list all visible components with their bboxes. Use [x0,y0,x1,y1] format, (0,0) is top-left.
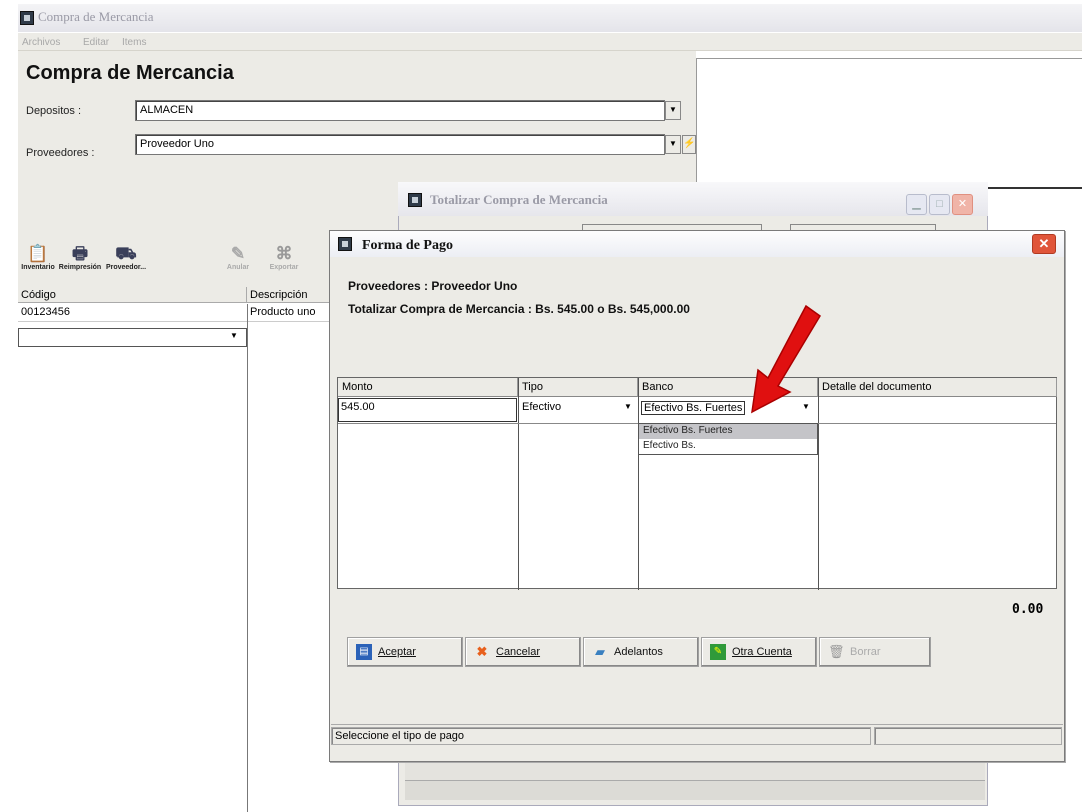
anular-label: Anular [226,264,250,271]
grid-line [518,378,519,590]
column-header-detalle[interactable]: Detalle del documento [818,378,1057,397]
totalizar-footer [405,780,985,800]
new-item-combo[interactable] [18,328,247,347]
monto-input[interactable]: 545.00 [338,398,517,422]
close-icon[interactable]: ✕ [952,194,973,215]
column-header-monto[interactable]: Monto [338,378,518,397]
minimize-icon[interactable]: ▁ [906,194,927,215]
proveedor-label: Proveedor... [105,264,147,271]
tipo-select[interactable]: Efectivo [522,401,561,413]
inventario-button[interactable]: 📋 Inventario [20,244,56,271]
eraser-icon: ✎ [230,244,246,263]
depositos-label: Depositos : [26,105,82,117]
forma-pago-title: Forma de Pago [362,238,453,253]
folder-icon: ▰ [595,644,605,659]
dropdown-option[interactable]: Efectivo Bs. Fuertes [639,424,817,439]
status-panel [874,727,1062,745]
banco-dropdown-list: Efectivo Bs. Fuertes Efectivo Bs. [638,423,818,455]
cancelar-button[interactable]: ✖ Cancelar [465,637,581,667]
printer-icon: 🖶 [71,244,89,263]
column-header-descripcion[interactable]: Descripción [247,287,338,303]
disk-icon: ▤ [356,644,372,660]
table-cell-descripcion[interactable]: Producto uno [247,304,338,322]
divider [984,187,1082,189]
otra-cuenta-label: Otra Cuenta [732,646,792,658]
truck-icon: ⛟ [115,244,137,263]
close-icon[interactable]: ✕ [1032,234,1056,254]
aceptar-label: Aceptar [378,646,416,658]
menu-bar [18,33,1082,51]
app-icon [408,193,422,207]
grid-icon: ⌘ [275,244,293,263]
proveedores-label: Proveedores : [26,147,95,159]
column-header-tipo[interactable]: Tipo [518,378,638,397]
borrar-label: Borrar [850,646,881,658]
adelantos-button[interactable]: ▰ Adelantos [583,637,699,667]
dropdown-option[interactable]: Efectivo Bs. [639,439,817,454]
column-header-codigo[interactable]: Código [18,287,247,303]
totalizar-dialog-title: Totalizar Compra de Mercancia [430,192,608,207]
app-icon [20,11,34,25]
menu-editar[interactable]: Editar [83,37,109,48]
pencil-icon: ✎ [710,644,726,660]
otra-cuenta-button[interactable]: ✎ Otra Cuenta [701,637,817,667]
cancel-x-icon: ✖ [476,644,488,659]
banco-select[interactable]: Efectivo Bs. Fuertes [641,401,746,415]
chevron-down-icon[interactable]: ▼ [230,331,238,340]
cancelar-label: Cancelar [496,646,541,658]
chevron-down-icon[interactable]: ▼ [665,135,681,154]
page-title: Compra de Mercancia [26,62,234,84]
lightning-icon[interactable]: ⚡ [682,135,696,154]
menu-archivos[interactable]: Archivos [22,37,60,48]
depositos-select[interactable]: ALMACEN [135,100,665,121]
adelantos-label: Adelantos [614,646,663,658]
balance-value: 0.00 [1012,602,1044,617]
main-window-title: Compra de Mercancia [38,9,154,24]
proveedor-info: Proveedores : Proveedor Uno [348,279,518,293]
maximize-icon[interactable]: □ [929,194,950,215]
table-cell-codigo[interactable]: 00123456 [18,304,247,322]
app-icon [338,237,352,251]
proveedor-button[interactable]: ⛟ Proveedor... [104,244,148,271]
status-text: Seleccione el tipo de pago [331,727,871,745]
chevron-down-icon[interactable]: ▼ [665,101,681,120]
main-window-titlebar [18,4,1082,32]
proveedores-select[interactable]: Proveedor Uno [135,134,665,155]
anular-button[interactable]: ✎ Anular [220,244,256,271]
summary-panel [696,58,1082,188]
reimpresion-label: Reimpresión [58,264,102,271]
red-arrow-annotation [751,304,821,414]
borrar-button[interactable]: 🗑 Borrar [819,637,931,667]
exportar-button[interactable]: ⌘ Exportar [264,244,304,271]
exportar-label: Exportar [269,264,299,271]
menu-items[interactable]: Items [122,37,146,48]
total-info: Totalizar Compra de Mercancia : Bs. 545.… [348,302,690,316]
inventario-label: Inventario [21,264,55,271]
aceptar-button[interactable]: ▤ Aceptar [347,637,463,667]
chevron-down-icon[interactable]: ▼ [624,402,632,411]
reimpresion-button[interactable]: 🖶 Reimpresión [58,244,102,271]
items-grid [18,287,338,812]
grid-line [638,378,639,590]
grid-line [247,304,248,812]
trash-icon: 🗑 [828,644,845,659]
clipboard-icon: 📋 [27,244,49,263]
